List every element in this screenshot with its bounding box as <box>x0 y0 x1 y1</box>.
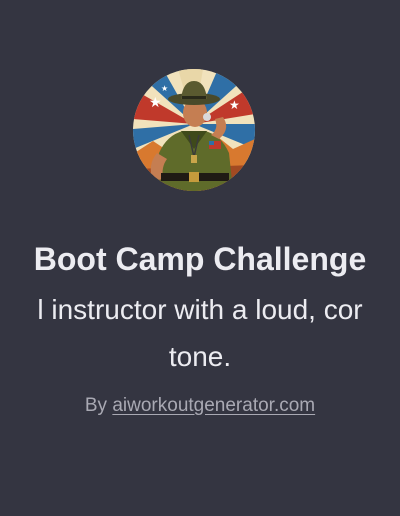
gpt-profile-page: ★ ★ ★ Boot Camp Challenge l instructor w… <box>0 0 400 516</box>
svg-text:★: ★ <box>161 84 168 93</box>
author-byline: By aiworkoutgenerator.com <box>85 393 315 419</box>
svg-text:★: ★ <box>229 98 240 112</box>
author-link[interactable]: aiworkoutgenerator.com <box>112 395 315 416</box>
byline-prefix: By <box>84 395 108 416</box>
svg-text:★: ★ <box>149 94 162 110</box>
drill-sergeant-avatar-icon: ★ ★ ★ <box>133 69 255 191</box>
gpt-description-line-2: tone. <box>168 341 232 372</box>
gpt-title: Boot Camp Challenge <box>33 241 367 277</box>
gpt-description-line-1: l instructor with a loud, cor <box>37 294 363 325</box>
